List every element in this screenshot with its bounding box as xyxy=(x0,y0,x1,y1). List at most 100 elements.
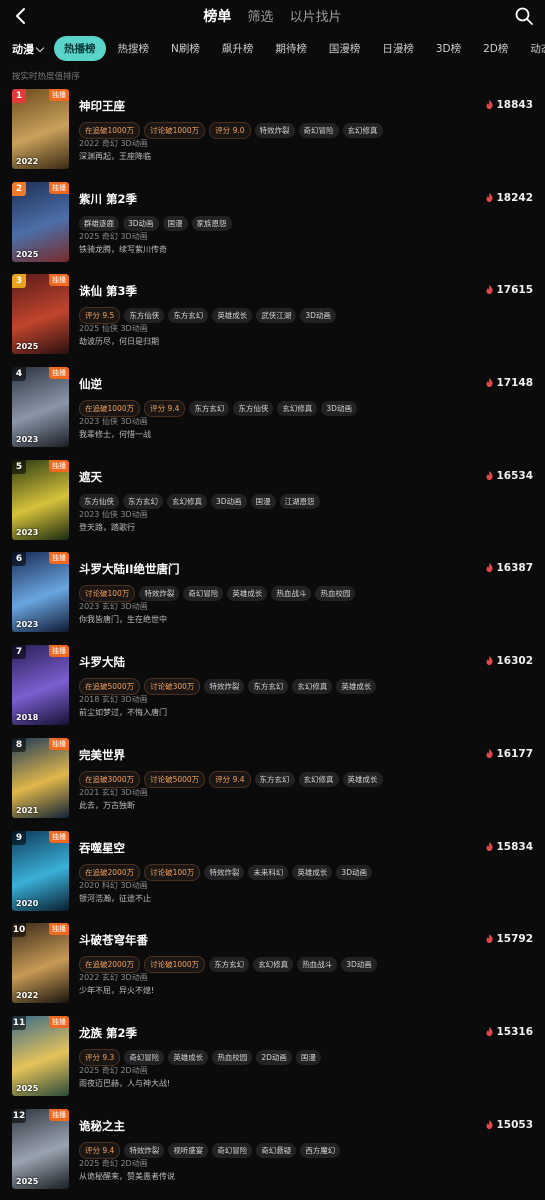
tag[interactable]: 东方玄幻 xyxy=(123,493,163,509)
item-title[interactable]: 吞噬星空 xyxy=(79,840,125,856)
list-item[interactable]: 3 独播 2025 诛仙 第3季 17615 评分 9.5 东方仙侠 东方玄幻 英雄成长 武侠江湖… xyxy=(0,273,545,366)
tag[interactable]: 英雄成长 xyxy=(292,864,333,880)
tag[interactable]: 3D动画 xyxy=(341,957,377,973)
tag[interactable]: 奇幻冒险 xyxy=(212,1142,253,1158)
tag[interactable]: 在追破1000万 xyxy=(79,400,141,418)
cover-image[interactable]: 5 独播 2023 xyxy=(12,459,69,540)
list-item[interactable]: 1 独播 2022 神印王座 18843 在追破1000万 讨论破1000万 评分 9.0 特效… xyxy=(0,88,545,181)
list-item[interactable]: 7 独播 2018 斗罗大陆 16302 在追破5000万 讨论破300万 特效炸裂 东方玄幻玄… xyxy=(0,644,545,737)
tag[interactable]: 玄幻修真 xyxy=(253,957,294,973)
category-tab[interactable]: 动态漫榜 xyxy=(520,36,545,61)
tag[interactable]: 在追破5000万 xyxy=(79,678,141,696)
tag[interactable]: 奇幻悬疑 xyxy=(256,1142,297,1158)
cover-image[interactable]: 4 独播 2023 xyxy=(12,367,69,448)
category-tab[interactable]: 国漫榜 xyxy=(319,36,371,61)
tag[interactable]: 家族恩怨 xyxy=(191,215,232,231)
list-item[interactable]: 12 独播 2025 诡秘之主 15053 评分 9.4 特效炸裂 视听盛宴 奇幻冒险 奇幻悬疑西… xyxy=(0,1108,545,1200)
list-item[interactable]: 11 独播 2025 龙族 第2季 15316 评分 9.3 奇幻冒险 英雄成长 热血校园 2D动… xyxy=(0,1015,545,1108)
tag[interactable]: 评分 9.4 xyxy=(144,400,186,418)
tag[interactable]: 在追破3000万 xyxy=(79,770,141,788)
tag[interactable]: 东方玄幻 xyxy=(189,401,230,417)
cover-image[interactable]: 10 独播 2022 xyxy=(12,923,69,1004)
tag[interactable]: 讨论破1000万 xyxy=(144,122,206,139)
tag[interactable]: 讨论破1000万 xyxy=(144,956,206,974)
tag[interactable]: 3D动画 xyxy=(300,308,336,324)
cover-image[interactable]: 8 独播 2021 xyxy=(12,737,69,818)
category-tab[interactable]: 期待榜 xyxy=(265,36,317,61)
category-dropdown[interactable]: 动漫 xyxy=(12,41,45,57)
tag[interactable]: 2D动画 xyxy=(256,1049,292,1065)
tag[interactable]: 英雄成长 xyxy=(227,586,268,602)
tag[interactable]: 玄幻修真 xyxy=(342,123,383,138)
list-item[interactable]: 9 独播 2020 吞噬星空 15834 在追破2000万 讨论破100万 特效炸裂 未来科幻英… xyxy=(0,830,545,923)
tag[interactable]: 国漫 xyxy=(162,215,188,231)
tab-find-by-film[interactable]: 以片找片 xyxy=(290,6,342,25)
tag[interactable]: 奇幻冒险 xyxy=(298,123,339,138)
tag[interactable]: 东方玄幻 xyxy=(254,771,295,787)
list-item[interactable]: 6 独播 2023 斗罗大陆II绝世唐门 16387 讨论破100万 特效炸裂 奇幻冒险 英雄成… xyxy=(0,551,545,644)
tag[interactable]: 讨论破100万 xyxy=(144,863,201,881)
tab-filter[interactable]: 筛选 xyxy=(247,6,273,25)
item-title[interactable]: 遮天 xyxy=(79,469,102,485)
list-item[interactable]: 10 独播 2022 斗破苍穹年番 15792 在追破2000万 讨论破1000万 东方玄幻玄… xyxy=(0,922,545,1015)
tag[interactable]: 评分 9.5 xyxy=(79,307,121,325)
item-title[interactable]: 紫川 第2季 xyxy=(79,191,137,207)
tag[interactable]: 热血战斗 xyxy=(297,957,338,973)
tag[interactable]: 东方仙侠 xyxy=(79,493,119,509)
cover-image[interactable]: 2 独播 2025 xyxy=(12,181,69,262)
tag[interactable]: 英雄成长 xyxy=(168,1049,209,1065)
tag[interactable]: 玄幻修真 xyxy=(277,401,318,417)
tag[interactable]: 特效炸裂 xyxy=(204,864,245,880)
category-tab[interactable]: 热播榜 xyxy=(54,36,106,61)
cover-image[interactable]: 9 独播 2020 xyxy=(12,830,69,911)
tag[interactable]: 江湖恩怨 xyxy=(279,493,320,509)
cover-image[interactable]: 3 独播 2025 xyxy=(12,274,69,355)
tag[interactable]: 东方仙侠 xyxy=(124,308,165,324)
tag[interactable]: 评分 9.0 xyxy=(209,122,251,139)
list-item[interactable]: 8 独播 2021 完美世界 16177 在追破3000万 讨论破5000万 评分 9.4 东方… xyxy=(0,737,545,830)
list-item[interactable]: 2 独播 2025 紫川 第2季 18242 群雄逐鹿 3D动画 国漫 家族恩怨 2025 奇幻 … xyxy=(0,181,545,274)
tag[interactable]: 国漫 xyxy=(250,493,276,509)
tag[interactable]: 群雄逐鹿 xyxy=(79,215,119,231)
item-title[interactable]: 斗罗大陆II绝世唐门 xyxy=(79,561,180,577)
tag[interactable]: 特效炸裂 xyxy=(204,679,245,695)
category-tab[interactable]: 热搜榜 xyxy=(108,36,160,61)
category-tab[interactable]: 2D榜 xyxy=(473,36,518,61)
tag[interactable]: 在追破1000万 xyxy=(79,122,141,139)
tag[interactable]: 特效炸裂 xyxy=(124,1142,165,1158)
list-item[interactable]: 5 独播 2023 遮天 16534 东方仙侠 东方玄幻 玄幻修真 3D动画 国漫 江湖恩怨 2023… xyxy=(0,459,545,552)
item-title[interactable]: 仙逆 xyxy=(79,376,102,392)
tag[interactable]: 东方玄幻 xyxy=(248,679,289,695)
category-tab[interactable]: 日漫榜 xyxy=(372,36,424,61)
item-title[interactable]: 完美世界 xyxy=(79,747,125,763)
tag[interactable]: 讨论破100万 xyxy=(79,585,136,603)
tag[interactable]: 特效炸裂 xyxy=(139,586,180,602)
category-tab[interactable]: 3D榜 xyxy=(426,36,471,61)
tag[interactable]: 热血校园 xyxy=(315,586,356,602)
tag[interactable]: 特效炸裂 xyxy=(254,123,295,138)
cover-image[interactable]: 12 独播 2025 xyxy=(12,1108,69,1189)
tag[interactable]: 视听盛宴 xyxy=(168,1142,209,1158)
tag[interactable]: 热血校园 xyxy=(212,1049,253,1065)
tag[interactable]: 英雄成长 xyxy=(336,679,377,695)
tab-rankings[interactable]: 榜单 xyxy=(203,6,231,26)
tag[interactable]: 在追破2000万 xyxy=(79,863,141,881)
tag[interactable]: 3D动画 xyxy=(321,401,357,417)
tag[interactable]: 评分 9.4 xyxy=(79,1141,121,1159)
tag[interactable]: 武侠江湖 xyxy=(256,308,297,324)
tag[interactable]: 3D动画 xyxy=(211,493,247,509)
tag[interactable]: 讨论破5000万 xyxy=(144,770,206,788)
tag[interactable]: 3D动画 xyxy=(336,864,372,880)
category-tab[interactable]: N刷榜 xyxy=(161,36,210,61)
tag[interactable]: 英雄成长 xyxy=(212,308,253,324)
tag[interactable]: 东方仙侠 xyxy=(233,401,274,417)
tag[interactable]: 玄幻修真 xyxy=(298,771,339,787)
list-item[interactable]: 4 独播 2023 仙逆 17148 在追破1000万 评分 9.4 东方玄幻 东方仙侠 玄幻修真… xyxy=(0,366,545,459)
category-tab[interactable]: 飙升榜 xyxy=(212,36,264,61)
item-title[interactable]: 诛仙 第3季 xyxy=(79,283,137,299)
item-title[interactable]: 诡秘之主 xyxy=(79,1118,125,1134)
item-title[interactable]: 斗破苍穹年番 xyxy=(79,932,148,948)
tag[interactable]: 讨论破300万 xyxy=(144,678,201,696)
tag[interactable]: 英雄成长 xyxy=(342,771,383,787)
tag[interactable]: 在追破2000万 xyxy=(79,956,141,974)
